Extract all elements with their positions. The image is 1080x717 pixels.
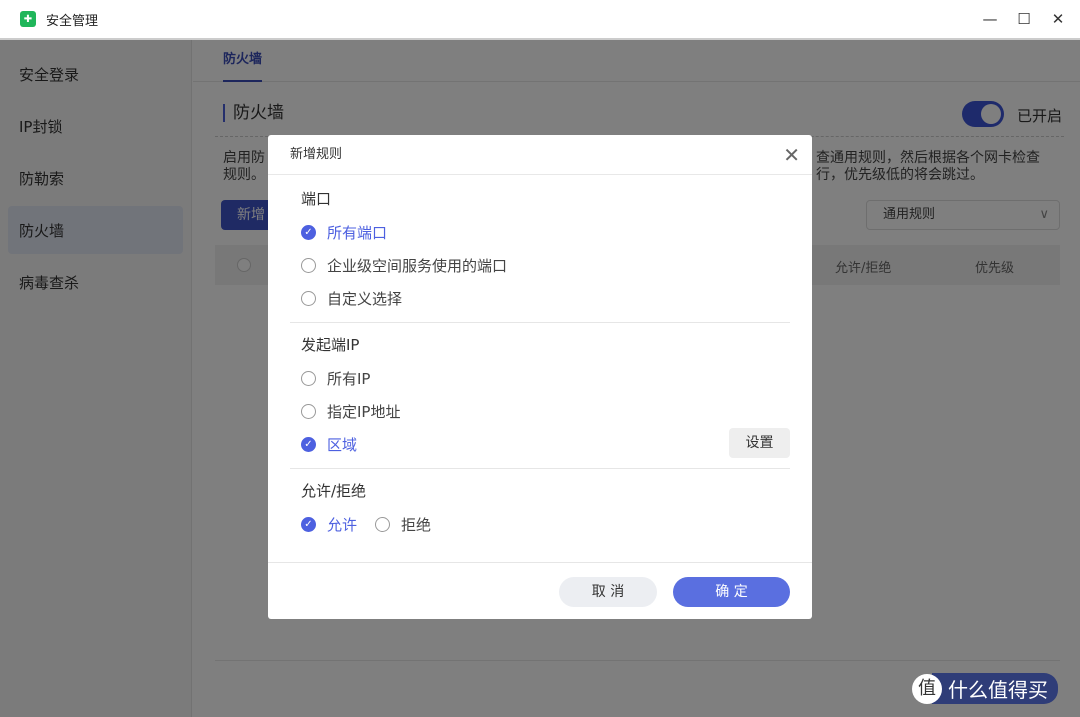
maximize-button[interactable]: ☐ xyxy=(1016,10,1032,28)
watermark: 值 什么值得买 xyxy=(912,673,1058,704)
action-option-allow[interactable]: ✓ 允许 xyxy=(301,508,357,541)
dialog-title: 新增规则 xyxy=(268,135,812,175)
watermark-logo-icon: 值 xyxy=(912,673,942,704)
port-option-enterprise[interactable]: 企业级空间服务使用的端口 xyxy=(301,249,790,282)
watermark-text: 什么值得买 xyxy=(932,673,1058,704)
confirm-button[interactable]: 确 定 xyxy=(673,577,790,607)
radio-checked-icon: ✓ xyxy=(301,437,316,452)
option-label: 所有IP xyxy=(327,370,371,388)
radio-checked-icon: ✓ xyxy=(301,225,316,240)
radio-icon xyxy=(301,258,316,273)
close-window-button[interactable]: ✕ xyxy=(1050,10,1066,28)
port-group-title: 端口 xyxy=(301,190,332,208)
action-option-deny[interactable]: 拒绝 xyxy=(375,508,431,541)
minimize-button[interactable]: — xyxy=(982,10,998,28)
option-label: 所有端口 xyxy=(327,224,388,242)
radio-checked-icon: ✓ xyxy=(301,517,316,532)
title-bar: ✚ 安全管理 — ☐ ✕ xyxy=(0,0,1080,40)
divider xyxy=(290,468,790,469)
port-option-all[interactable]: ✓ 所有端口 xyxy=(301,216,790,249)
source-ip-group-title: 发起端IP xyxy=(301,336,360,354)
port-option-custom[interactable]: 自定义选择 xyxy=(301,282,790,315)
close-icon[interactable]: ✕ xyxy=(783,143,800,167)
action-group-title: 允许/拒绝 xyxy=(301,482,367,500)
app-title: 安全管理 xyxy=(46,13,99,29)
option-label: 企业级空间服务使用的端口 xyxy=(327,257,508,275)
radio-icon xyxy=(301,371,316,386)
radio-icon xyxy=(301,291,316,306)
ip-option-specific[interactable]: 指定IP地址 xyxy=(301,395,790,428)
divider xyxy=(290,322,790,323)
option-label: 指定IP地址 xyxy=(327,403,401,421)
radio-icon xyxy=(301,404,316,419)
option-label: 区域 xyxy=(327,436,358,454)
ip-option-region[interactable]: ✓ 区域 设置 xyxy=(301,428,790,461)
option-label: 拒绝 xyxy=(401,516,432,534)
app-shield-icon: ✚ xyxy=(20,11,36,27)
radio-icon xyxy=(375,517,391,532)
dialog-footer: 取 消 确 定 xyxy=(268,562,812,619)
cancel-button[interactable]: 取 消 xyxy=(559,577,657,607)
new-rule-dialog: 新增规则 ✕ 端口 ✓ 所有端口 企业级空间服务使用的端口 自定义选择 发起端IP… xyxy=(268,135,812,619)
ip-option-all[interactable]: 所有IP xyxy=(301,362,790,395)
region-settings-button[interactable]: 设置 xyxy=(729,428,790,458)
option-label: 自定义选择 xyxy=(327,290,403,308)
option-label: 允许 xyxy=(327,516,358,534)
